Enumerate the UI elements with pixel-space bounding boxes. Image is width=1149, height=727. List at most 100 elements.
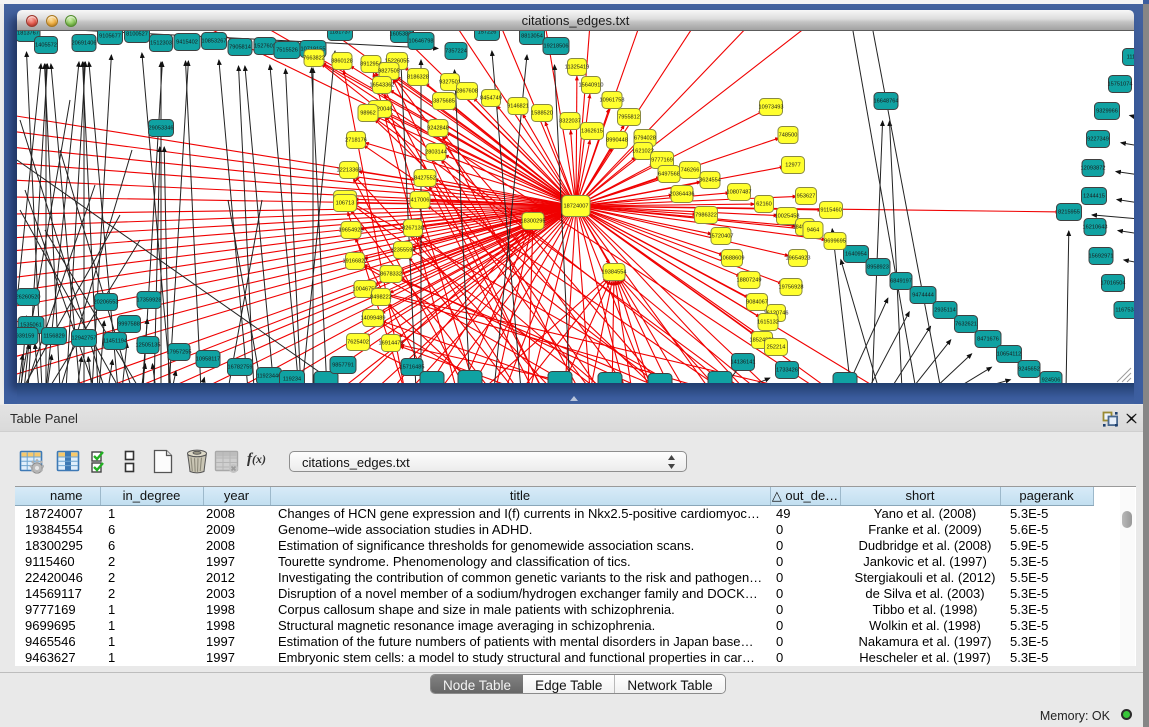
svg-text:1615132: 1615132	[757, 320, 779, 326]
svg-text:9242848: 9242848	[427, 126, 449, 132]
svg-text:12093872: 12093872	[1081, 166, 1106, 172]
svg-text:1813767: 1813767	[17, 31, 39, 37]
svg-text:7357224: 7357224	[445, 49, 467, 55]
svg-text:16782759: 16782759	[228, 365, 253, 371]
svg-text:7632621: 7632621	[955, 322, 977, 328]
svg-text:953627: 953627	[797, 194, 816, 200]
svg-text:8100527: 8100527	[126, 32, 148, 38]
svg-text:19218506: 19218506	[544, 44, 569, 50]
svg-text:12977: 12977	[785, 163, 801, 169]
svg-text:8215955: 8215955	[1058, 210, 1080, 216]
svg-text:10958117: 10958117	[196, 357, 220, 363]
svg-text:2718176: 2718176	[345, 138, 367, 144]
svg-text:9084067: 9084067	[746, 300, 768, 306]
svg-text:9329966: 9329966	[1096, 109, 1118, 115]
svg-text:16648764: 16648764	[874, 99, 899, 105]
svg-text:10807487: 10807487	[727, 190, 752, 196]
svg-text:17957255: 17957255	[167, 350, 192, 356]
svg-text:7625402: 7625402	[347, 340, 369, 346]
svg-text:9699695: 9699695	[824, 239, 846, 245]
svg-text:8990448: 8990448	[606, 138, 628, 144]
svg-text:9105677: 9105677	[99, 34, 121, 40]
svg-text:18724007: 18724007	[564, 204, 589, 210]
svg-text:12355594: 12355594	[391, 248, 416, 254]
svg-text:19756928: 19756928	[779, 285, 804, 291]
svg-text:417006: 417006	[411, 198, 430, 204]
svg-text:7663822: 7663822	[303, 56, 325, 62]
svg-text:7515526: 7515526	[276, 48, 298, 54]
svg-text:18300295: 18300295	[521, 219, 546, 225]
svg-text:1244415: 1244415	[1083, 194, 1105, 200]
svg-text:3624554: 3624554	[699, 178, 721, 184]
svg-text:9415402: 9415402	[176, 40, 198, 46]
svg-text:1181737: 1181737	[329, 31, 350, 36]
svg-text:8471676: 8471676	[977, 337, 999, 343]
svg-text:16914479: 16914479	[379, 341, 404, 347]
svg-text:12213369: 12213369	[337, 168, 362, 174]
svg-text:10025458: 10025458	[775, 214, 800, 220]
svg-text:10961758: 10961758	[600, 98, 625, 104]
svg-text:6849197: 6849197	[890, 279, 912, 285]
svg-text:12505135: 12505135	[136, 343, 161, 349]
svg-text:14099489: 14099489	[361, 316, 386, 322]
svg-text:1588520: 1588520	[531, 111, 553, 117]
svg-text:18807249: 18807249	[737, 278, 762, 284]
svg-text:10688609: 10688609	[720, 256, 745, 262]
svg-text:2935114: 2935114	[934, 308, 955, 314]
svg-text:9827505: 9827505	[378, 69, 400, 75]
svg-text:8427552: 8427552	[414, 176, 436, 182]
svg-text:7905814: 7905814	[229, 45, 251, 51]
svg-text:16210643: 16210643	[1083, 225, 1108, 231]
svg-text:1527602: 1527602	[254, 44, 276, 50]
svg-text:9474444: 9474444	[912, 293, 934, 299]
svg-text:8813054: 8813054	[521, 34, 543, 40]
svg-text:8498222: 8498222	[370, 295, 392, 301]
svg-text:15751074: 15751074	[1108, 82, 1133, 88]
svg-text:12942757: 12942757	[72, 336, 97, 342]
svg-text:11122: 11122	[1127, 55, 1134, 61]
svg-text:10654112: 10654112	[997, 352, 1021, 358]
svg-text:26260520: 26260520	[17, 295, 40, 301]
svg-text:14136141: 14136141	[731, 360, 756, 366]
svg-text:9777169: 9777169	[651, 158, 673, 164]
svg-text:1733426: 1733426	[776, 368, 798, 374]
svg-text:9857791: 9857791	[332, 363, 354, 369]
svg-text:8186328: 8186328	[407, 75, 429, 81]
svg-text:10973493: 10973493	[759, 105, 784, 111]
svg-text:19384554: 19384554	[602, 270, 627, 276]
svg-text:29053346: 29053346	[149, 126, 174, 132]
svg-text:252214: 252214	[767, 345, 786, 351]
svg-text:15692971: 15692971	[1089, 254, 1114, 260]
svg-text:1512303: 1512303	[150, 41, 172, 47]
svg-text:20206553: 20206553	[94, 300, 119, 306]
svg-text:9997588: 9997588	[118, 322, 140, 328]
svg-text:19654925: 19654925	[339, 228, 364, 234]
svg-text:15640910: 15640910	[579, 83, 604, 89]
svg-text:11923446: 11923446	[257, 374, 281, 380]
svg-text:157226: 157226	[478, 31, 497, 36]
svg-text:2867608: 2867608	[456, 89, 478, 95]
svg-text:6497568: 6497568	[658, 172, 680, 178]
svg-text:1640954: 1640954	[845, 252, 867, 258]
svg-text:2803144: 2803144	[425, 150, 447, 156]
svg-text:748500: 748500	[779, 133, 798, 139]
svg-text:9146821: 9146821	[507, 104, 529, 110]
svg-text:1405572: 1405572	[35, 43, 57, 49]
svg-text:746266: 746266	[681, 168, 700, 174]
svg-text:8958923: 8958923	[867, 265, 889, 271]
svg-text:10646798: 10646798	[409, 39, 434, 45]
svg-text:939159: 939159	[17, 334, 34, 340]
svg-text:17359928: 17359928	[137, 298, 162, 304]
svg-text:11325419: 11325419	[565, 65, 589, 71]
svg-text:106713: 106713	[336, 201, 355, 207]
svg-text:19654923: 19654923	[786, 256, 811, 262]
svg-text:15720407: 15720407	[709, 234, 734, 240]
svg-text:17016504: 17016504	[1101, 281, 1126, 287]
svg-text:1167534: 1167534	[1115, 308, 1134, 314]
svg-text:8678332: 8678332	[380, 272, 402, 278]
svg-text:19166827: 19166827	[343, 259, 368, 265]
svg-text:924506: 924506	[1042, 378, 1061, 384]
svg-text:15716485: 15716485	[400, 365, 425, 371]
svg-text:1362615: 1362615	[581, 129, 603, 135]
svg-text:20364436: 20364436	[670, 192, 695, 198]
